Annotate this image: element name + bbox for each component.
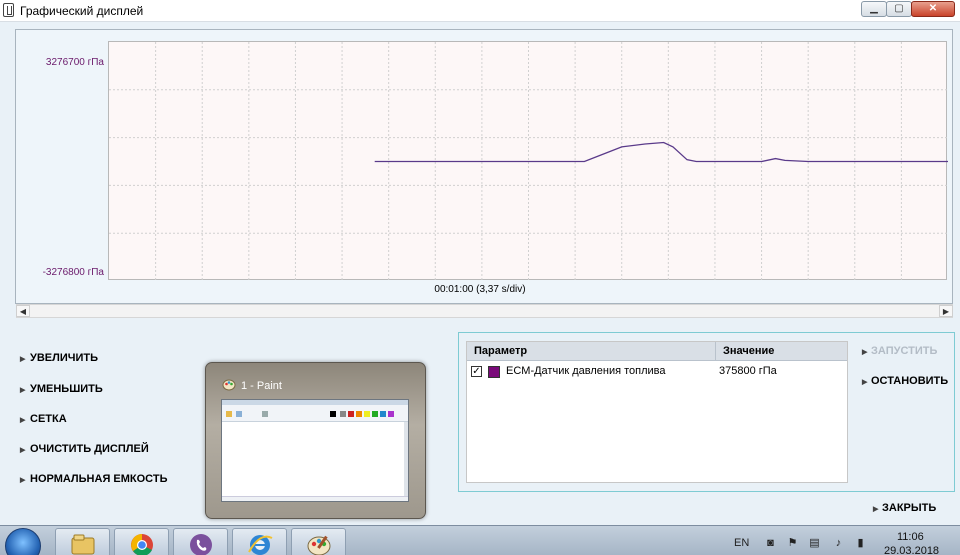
preview-title: 1 - Paint (241, 380, 282, 392)
zoom-in-button[interactable]: ▶ УВЕЛИЧИТЬ (20, 352, 98, 364)
x-axis-caption: 00:01:00 (3,37 s/div) (434, 284, 526, 295)
bullet-icon: ▶ (862, 379, 868, 386)
parameter-value: 375800 гПа (719, 365, 777, 377)
stop-button[interactable]: ▶ ОСТАНОВИТЬ (862, 375, 948, 387)
plot-svg (109, 42, 948, 281)
viber-icon (190, 534, 212, 555)
y-max-label: 3276700 гПа (45, 57, 104, 68)
ie-icon (248, 535, 273, 555)
tray-flag-icon[interactable]: ▤ (808, 537, 821, 550)
parameter-checkbox[interactable]: ✓ (471, 366, 482, 377)
minimize-button[interactable]: ▁ (861, 1, 887, 17)
horizontal-scrollbar[interactable]: ◀ ▶ (16, 304, 953, 318)
chrome-icon (131, 534, 153, 555)
clock-date[interactable]: 29.03.2018 (884, 545, 939, 555)
series-line (374, 141, 948, 163)
start-button[interactable] (5, 528, 41, 555)
close-window-button[interactable]: ✕ (911, 1, 955, 17)
plot-area (108, 41, 948, 281)
window-title: Графический дисплей (20, 4, 144, 18)
viber-taskbar-button[interactable] (173, 528, 228, 555)
title-bar: Графический дисплей ▁ ▢ ✕ (0, 0, 960, 22)
bullet-icon: ▶ (873, 506, 879, 513)
app-icon (3, 3, 14, 17)
bullet-icon: ▶ (20, 447, 26, 454)
thumbnail-ribbon (222, 405, 408, 422)
explorer-icon (71, 534, 95, 555)
bullet-icon: ▶ (20, 477, 26, 484)
chrome-taskbar-button[interactable] (114, 528, 169, 555)
clear-display-button[interactable]: ▶ ОЧИСТИТЬ ДИСПЛЕЙ (20, 443, 149, 455)
maximize-button[interactable]: ▢ (886, 1, 912, 17)
y-min-label: -3276800 гПа (42, 267, 104, 278)
paint-thumbnail (221, 399, 409, 502)
bullet-icon: ▶ (20, 356, 26, 363)
explorer-taskbar-button[interactable] (55, 528, 110, 555)
paint-icon (222, 379, 236, 391)
start-button[interactable]: ▶ ЗАПУСТИТЬ (862, 345, 937, 357)
bullet-icon: ▶ (20, 387, 26, 394)
language-indicator[interactable]: EN (734, 537, 749, 549)
bullet-icon: ▶ (862, 349, 868, 356)
scroll-left-icon[interactable]: ◀ (16, 305, 30, 317)
battery-icon[interactable]: ▮ (854, 537, 867, 550)
taskbar: EN ◙ ⚑ ▤ ♪ ▮ 11:06 29.03.2018 (0, 525, 960, 555)
normal-capacity-button[interactable]: ▶ НОРМАЛЬНАЯ ЕМКОСТЬ (20, 473, 167, 485)
tray-app-icon[interactable]: ◙ (764, 537, 777, 550)
tray-network-icon[interactable]: ⚑ (786, 537, 799, 550)
parameter-name: ECM-Датчик давления топлива (506, 365, 666, 377)
grid-button[interactable]: ▶ СЕТКА (20, 413, 67, 425)
paint-preview[interactable]: 1 - Paint (205, 362, 426, 519)
column-header-value[interactable]: Значение (716, 342, 847, 361)
scroll-right-icon[interactable]: ▶ (939, 305, 953, 317)
clock-time[interactable]: 11:06 (897, 531, 924, 543)
column-header-parameter[interactable]: Параметр (467, 342, 716, 361)
bullet-icon: ▶ (20, 417, 26, 424)
paint-icon (307, 535, 331, 555)
ie-taskbar-button[interactable] (232, 528, 287, 555)
close-button[interactable]: ▶ ЗАКРЫТЬ (873, 502, 936, 514)
zoom-out-button[interactable]: ▶ УМЕНЬШИТЬ (20, 383, 103, 395)
parameter-table: Параметр Значение ✓ ECM-Датчик давления … (466, 341, 848, 483)
color-swatch (488, 366, 500, 378)
volume-icon[interactable]: ♪ (832, 537, 845, 550)
paint-taskbar-button[interactable] (291, 528, 346, 555)
